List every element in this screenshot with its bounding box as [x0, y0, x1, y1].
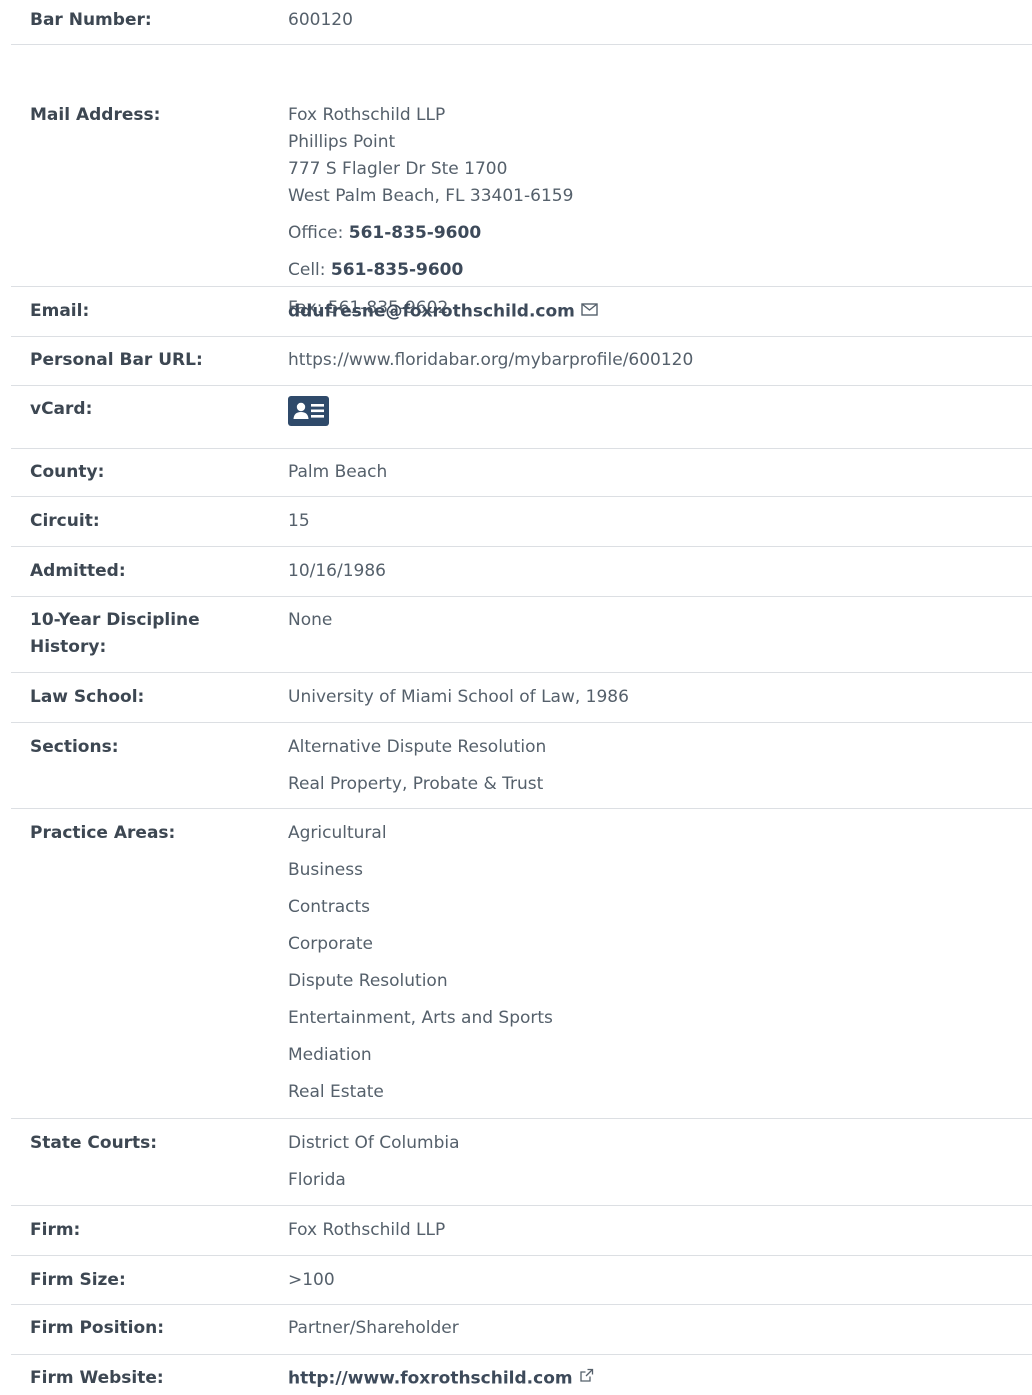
county-label: County: [30, 462, 105, 482]
office-phone-row: Office: 561-835-9600 [288, 220, 1032, 247]
firm-size-label: Firm Size: [30, 1270, 126, 1290]
contact-card-icon [293, 402, 324, 419]
row-state-courts: State Courts: District Of Columbia Flori… [11, 1119, 1032, 1206]
row-bar-number: Bar Number: 600120 [11, 0, 1032, 45]
row-discipline-history: 10-Year Discipline History: None [11, 597, 1032, 673]
personal-url-label: Personal Bar URL: [30, 350, 203, 370]
mail-address-label: Mail Address: [30, 105, 161, 125]
practice-area-item: Contracts [288, 897, 370, 917]
firm-website-label: Firm Website: [30, 1368, 164, 1388]
row-practice-areas: Practice Areas: Agricultural Business Co… [11, 809, 1032, 1119]
circuit-label: Circuit: [30, 511, 100, 531]
email-value: ddufresne@foxrothschild.com [269, 298, 1032, 336]
row-admitted: Admitted: 10/16/1986 [11, 547, 1032, 597]
envelope-icon[interactable] [581, 298, 598, 325]
discipline-history-value: None [288, 610, 333, 630]
discipline-label-line-2: History: [30, 637, 107, 657]
state-court-item: Florida [288, 1170, 346, 1190]
address-line-4: West Palm Beach, FL 33401-6159 [288, 186, 574, 206]
circuit-value: 15 [288, 511, 310, 531]
practice-areas-label: Practice Areas: [30, 823, 176, 843]
cell-phone-link[interactable]: 561-835-9600 [331, 260, 463, 280]
row-firm: Firm: Fox Rothschild LLP [11, 1206, 1032, 1256]
firm-label: Firm: [30, 1220, 81, 1240]
bar-number-value: 600120 [288, 10, 353, 30]
discipline-history-label: 10-Year Discipline History: [11, 607, 269, 672]
address-line-1: Fox Rothschild LLP [288, 105, 446, 125]
row-vcard: vCard: [11, 386, 1032, 449]
row-personal-url: Personal Bar URL: https://www.floridabar… [11, 337, 1032, 386]
external-link-icon[interactable] [579, 1365, 594, 1392]
sections-label: Sections: [30, 737, 119, 757]
row-mail-address: Mail Address: Fox Rothschild LLP Phillip… [11, 45, 1032, 318]
mail-address-value: Fox Rothschild LLP Phillips Point 777 S … [269, 102, 1032, 318]
practice-areas-value: Agricultural Business Contracts Corporat… [269, 820, 1032, 1118]
practice-area-item: Dispute Resolution [288, 971, 448, 991]
address-line-3: 777 S Flagler Dr Ste 1700 [288, 159, 508, 179]
email-label: Email: [30, 301, 90, 321]
practice-area-item: Real Estate [288, 1082, 384, 1102]
personal-url-value: https://www.floridabar.org/mybarprofile/… [288, 350, 694, 370]
row-circuit: Circuit: 15 [11, 497, 1032, 547]
bar-number-label: Bar Number: [30, 10, 152, 30]
practice-area-item: Agricultural [288, 823, 387, 843]
practice-area-item: Entertainment, Arts and Sports [288, 1008, 553, 1028]
vcard-download-button[interactable] [288, 396, 329, 426]
email-link[interactable]: ddufresne@foxrothschild.com [288, 302, 575, 322]
row-sections: Sections: Alternative Dispute Resolution… [11, 723, 1032, 809]
firm-position-value: Partner/Shareholder [288, 1318, 459, 1338]
firm-website-value: http://www.foxrothschild.com [269, 1365, 1032, 1395]
state-court-item: District Of Columbia [288, 1133, 460, 1153]
practice-area-item: Corporate [288, 934, 373, 954]
practice-area-item: Mediation [288, 1045, 372, 1065]
firm-website-link[interactable]: http://www.foxrothschild.com [288, 1369, 573, 1389]
practice-area-item: Business [288, 860, 363, 880]
cell-label: Cell: [288, 260, 331, 280]
firm-value: Fox Rothschild LLP [288, 1220, 446, 1240]
address-line-2: Phillips Point [288, 132, 396, 152]
cell-phone-row: Cell: 561-835-9600 [288, 257, 1032, 284]
row-county: County: Palm Beach [11, 449, 1032, 497]
vcard-label: vCard: [30, 399, 93, 419]
attorney-profile: Bar Number: 600120 Mail Address: Fox Rot… [11, 0, 1032, 1395]
vcard-value [269, 396, 1032, 448]
discipline-label-line-1: 10-Year Discipline [30, 610, 200, 630]
row-firm-website: Firm Website: http://www.foxrothschild.c… [11, 1355, 1032, 1395]
law-school-label: Law School: [30, 687, 145, 707]
firm-position-label: Firm Position: [30, 1318, 165, 1338]
row-law-school: Law School: University of Miami School o… [11, 673, 1032, 723]
state-courts-value: District Of Columbia Florida [269, 1130, 1032, 1205]
office-label: Office: [288, 223, 349, 243]
law-school-value: University of Miami School of Law, 1986 [288, 687, 629, 707]
admitted-label: Admitted: [30, 561, 126, 581]
office-phone-link[interactable]: 561-835-9600 [349, 223, 481, 243]
section-item: Alternative Dispute Resolution [288, 737, 547, 757]
section-item: Real Property, Probate & Trust [288, 774, 544, 794]
sections-value: Alternative Dispute Resolution Real Prop… [269, 734, 1032, 808]
state-courts-label: State Courts: [30, 1133, 158, 1153]
row-firm-position: Firm Position: Partner/Shareholder [11, 1305, 1032, 1355]
county-value: Palm Beach [288, 462, 388, 482]
row-firm-size: Firm Size: >100 [11, 1256, 1032, 1305]
firm-size-value: >100 [288, 1270, 335, 1290]
admitted-value: 10/16/1986 [288, 561, 386, 581]
